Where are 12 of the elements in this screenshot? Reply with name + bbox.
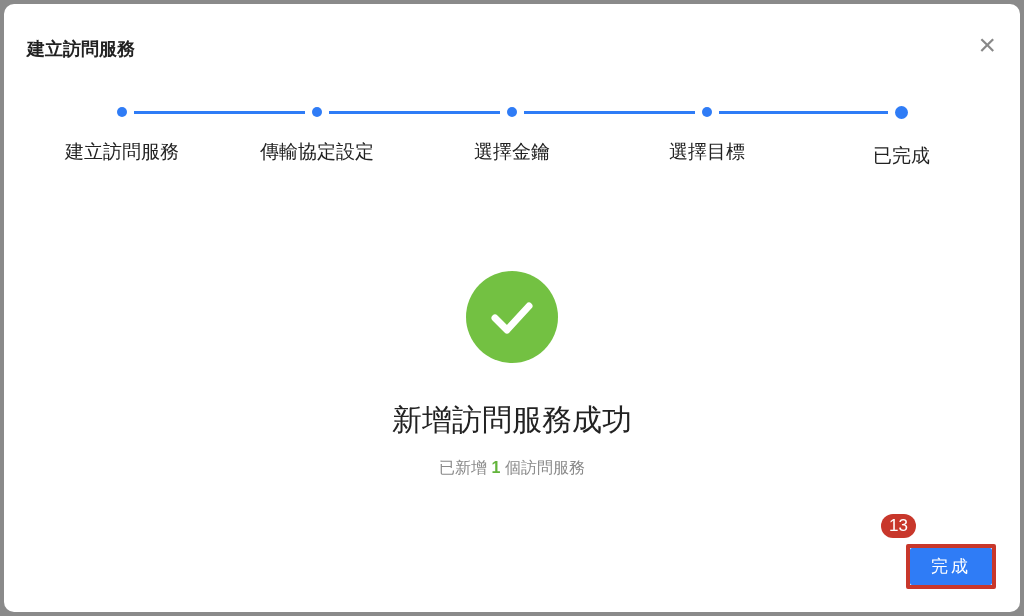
- success-check-icon: [466, 270, 558, 363]
- step-label: 選擇金鑰: [473, 140, 550, 164]
- annotation-badge: 13: [881, 514, 916, 538]
- success-message: 已新增 1 個訪問服務: [439, 457, 585, 478]
- close-button[interactable]: ×: [978, 29, 996, 60]
- step-label: 已完成: [873, 144, 930, 168]
- step-label: 選擇目標: [668, 140, 745, 164]
- step-label: 建立訪問服務: [64, 140, 179, 164]
- dialog-title: 建立訪問服務: [27, 38, 135, 61]
- success-heading: 新增訪問服務成功: [392, 401, 632, 438]
- step-label: 傳輸協定設定: [259, 140, 374, 164]
- finish-button[interactable]: 完成: [910, 548, 992, 585]
